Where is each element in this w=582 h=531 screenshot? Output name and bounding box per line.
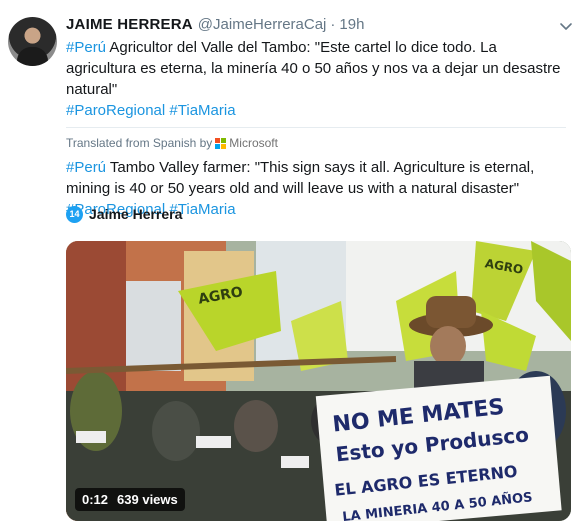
- author-handle[interactable]: @JaimeHerreraCaj: [198, 16, 327, 33]
- media-author[interactable]: 14 Jaime Herrera: [66, 204, 182, 224]
- ms-square-yellow: [221, 143, 227, 149]
- translation-divider: [66, 127, 566, 128]
- ms-square-blue: [215, 143, 221, 149]
- translation-label: Translated from Spanish by: [66, 136, 213, 150]
- video-info-badge: 0:12 639 views: [75, 488, 185, 511]
- translation-body: Tambo Valley farmer: "This sign says it …: [66, 159, 535, 197]
- original-body: Agricultor del Valle del Tambo: "Este ca…: [66, 39, 561, 98]
- author-name[interactable]: JAIME HERRERA: [66, 16, 193, 33]
- video-thumbnail: NO ME MATES Esto yo Produsco EL AGRO ES …: [66, 241, 571, 521]
- ms-square-green: [221, 137, 227, 143]
- translation-hashtag-peru[interactable]: #Perú: [66, 159, 106, 176]
- microsoft-logo-icon: [215, 137, 227, 149]
- hashtag-tia-maria[interactable]: #TiaMaria: [169, 102, 235, 119]
- video-views: 639 views: [117, 492, 178, 507]
- translation-provider[interactable]: Microsoft: [229, 136, 278, 150]
- chevron-down-icon[interactable]: [556, 16, 576, 36]
- hashtag-paro-regional[interactable]: #ParoRegional: [66, 102, 165, 119]
- video-player[interactable]: NO ME MATES Esto yo Produsco EL AGRO ES …: [66, 241, 571, 521]
- hashtag-peru[interactable]: #Perú: [66, 39, 106, 56]
- author-avatar[interactable]: [8, 17, 57, 66]
- header-separator: ·: [330, 16, 336, 33]
- translation-attribution: Translated from Spanish by Microsoft: [66, 135, 566, 151]
- media-author-name[interactable]: Jaime Herrera: [89, 206, 182, 222]
- ms-square-red: [215, 137, 221, 143]
- channel-logo-icon: 14: [66, 205, 83, 223]
- tweet-timestamp[interactable]: 19h: [339, 16, 364, 33]
- video-duration: 0:12: [82, 492, 109, 507]
- tweet-content: JAIME HERRERA @JaimeHerreraCaj · 19h #Pe…: [66, 16, 572, 220]
- tweet-header: JAIME HERRERA @JaimeHerreraCaj · 19h: [66, 16, 572, 36]
- tweet-text-original: #Perú Agricultor del Valle del Tambo: "E…: [66, 37, 566, 121]
- avatar-shirt: [17, 47, 48, 66]
